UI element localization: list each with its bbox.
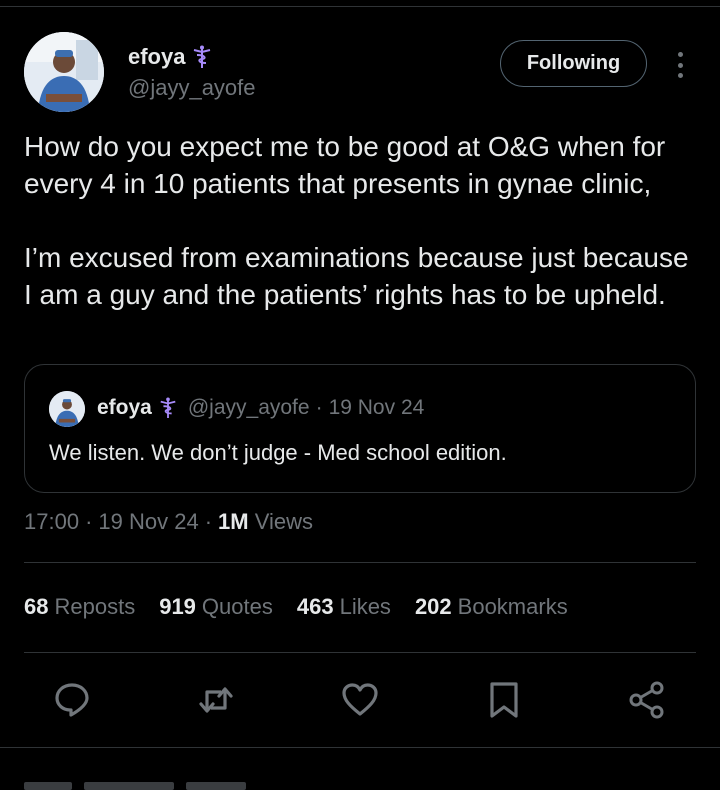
author-name[interactable]: efoya — [128, 44, 185, 70]
views-label[interactable]: Views — [255, 509, 313, 534]
bookmark-icon[interactable] — [484, 680, 524, 720]
meta-separator: · — [204, 509, 213, 534]
meta-separator: · — [85, 509, 93, 534]
stat-label: Likes — [339, 594, 391, 619]
stat-count: 202 — [414, 594, 452, 619]
stat-likes[interactable]: 463 Likes — [297, 594, 391, 620]
share-icon[interactable] — [627, 680, 667, 720]
tweet-paragraph: I’m excused from examinations because ju… — [24, 242, 689, 310]
like-icon[interactable] — [340, 680, 380, 720]
stat-count: 463 — [296, 594, 334, 619]
more-vertical-icon[interactable] — [668, 48, 692, 82]
tweet-paragraph: How do you expect me to be good at O&G w… — [24, 131, 666, 199]
quote-date: 19 Nov 24 — [328, 396, 425, 419]
more-dot — [677, 73, 683, 78]
tweet-meta: 17:00 · 19 Nov 24 · 1M Views — [24, 509, 313, 535]
divider — [24, 652, 696, 653]
more-dot — [677, 62, 683, 68]
quote-text: We listen. We don’t judge - Med school e… — [49, 440, 507, 465]
author-avatar[interactable] — [24, 32, 104, 112]
quote-meta: efoya @jayy_ayofe · 19 Nov 24 — [97, 396, 424, 420]
stat-label: Quotes — [201, 594, 273, 619]
quote-author-avatar — [49, 391, 85, 427]
stat-bookmarks[interactable]: 202 Bookmarks — [415, 594, 568, 620]
quote-author-handle: @jayy_ayofe — [187, 396, 310, 419]
divider — [0, 747, 720, 748]
repost-icon[interactable] — [196, 680, 236, 720]
stat-quotes[interactable]: 919 Quotes — [159, 594, 273, 620]
caduceus-icon — [191, 45, 213, 69]
tweet-date[interactable]: 19 Nov 24 — [98, 509, 198, 534]
author-handle[interactable]: @jayy_ayofe — [128, 75, 256, 101]
more-dot — [677, 52, 683, 57]
stat-reposts[interactable]: 68 Reposts — [24, 594, 135, 620]
following-button[interactable]: Following — [500, 40, 647, 87]
views-count[interactable]: 1M — [218, 509, 249, 534]
stat-count: 68 — [24, 594, 49, 619]
quoted-tweet-card[interactable]: efoya @jayy_ayofe · 19 Nov 24 We listen.… — [24, 364, 696, 493]
caduceus-icon — [158, 397, 178, 419]
stat-count: 919 — [159, 594, 196, 619]
divider — [24, 562, 696, 563]
top-divider — [0, 6, 720, 7]
stat-label: Bookmarks — [457, 594, 568, 619]
quote-author-name: efoya — [97, 396, 152, 419]
tweet-time[interactable]: 17:00 — [24, 509, 79, 534]
quote-separator: · — [315, 396, 323, 419]
stat-label: Reposts — [54, 594, 136, 619]
tweet-text: How do you expect me to be good at O&G w… — [24, 128, 704, 313]
author-name-row[interactable]: efoya — [128, 44, 213, 70]
engagement-stats: 68 Reposts 919 Quotes 463 Likes 202 Bookmark… — [24, 594, 592, 620]
reply-icon[interactable] — [52, 680, 92, 720]
